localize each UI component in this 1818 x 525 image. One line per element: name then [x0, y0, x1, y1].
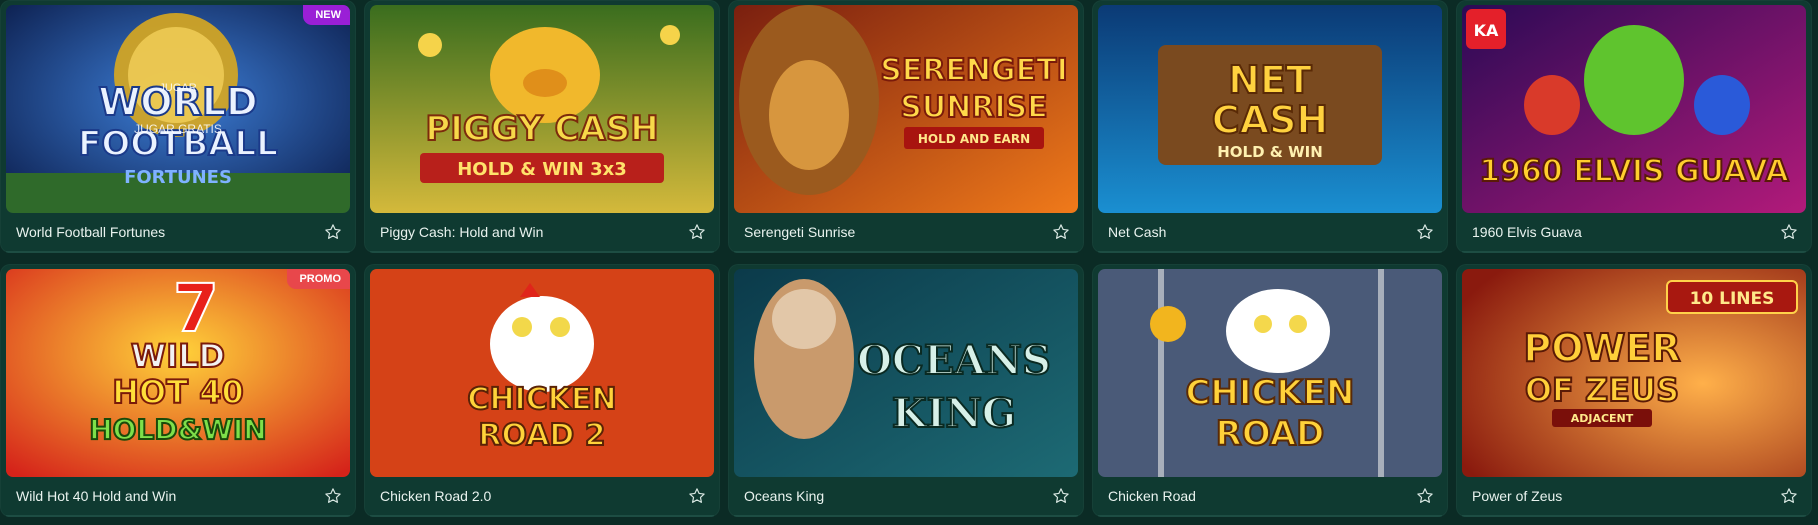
power-of-zeus-art: 10 LINES POWER OF ZEUS ADJACENT — [1462, 269, 1806, 477]
games-grid: WORLD FOOTBALL FORTUNES JUGAR JUGAR GRAT… — [0, 0, 1818, 525]
art-line-1: NET — [1228, 58, 1312, 102]
star-outline-icon[interactable] — [1778, 221, 1800, 243]
game-caption: Chicken Road — [1098, 477, 1442, 517]
serengeti-sunrise-art: SERENGETI SUNRISE HOLD AND EARN — [734, 5, 1078, 213]
game-title: 1960 Elvis Guava — [1472, 224, 1582, 240]
game-card-world-football-fortunes[interactable]: WORLD FOOTBALL FORTUNES JUGAR JUGAR GRAT… — [0, 0, 356, 253]
game-caption: Oceans King — [734, 477, 1078, 517]
game-thumbnail[interactable]: CHICKEN ROAD 2 — [370, 269, 714, 477]
game-caption: Serengeti Sunrise — [734, 213, 1078, 253]
art-line-3: HOLD&WIN — [89, 413, 266, 446]
new-badge: NEW — [303, 5, 350, 25]
art-line-1: WILD — [131, 337, 225, 375]
game-thumbnail[interactable]: PIGGY CASH HOLD & WIN 3x3 — [370, 5, 714, 213]
star-outline-icon[interactable] — [1050, 485, 1072, 507]
art-line-3: FORTUNES — [124, 167, 232, 188]
game-thumbnail[interactable]: 10 LINES POWER OF ZEUS ADJACENT — [1462, 269, 1806, 477]
promo-badge: PROMO — [287, 269, 350, 289]
art-line-1: POWER — [1523, 326, 1680, 370]
game-caption: World Football Fortunes — [6, 213, 350, 253]
game-title: Chicken Road 2.0 — [380, 488, 492, 504]
art-line-2: SUNRISE — [900, 90, 1047, 125]
star-outline-icon[interactable] — [686, 221, 708, 243]
play-overlay-label[interactable]: JUGAR — [159, 82, 196, 94]
elvis-guava-art: KA 1960 ELVIS GUAVA — [1462, 5, 1806, 213]
game-card-piggy-cash[interactable]: PIGGY CASH HOLD & WIN 3x3 Piggy Cash: Ho… — [364, 0, 720, 253]
art-line-1: SERENGETI — [880, 53, 1068, 88]
art-line-1: OCEANS — [857, 337, 1051, 384]
game-title: Wild Hot 40 Hold and Win — [16, 488, 177, 504]
game-card-serengeti-sunrise[interactable]: SERENGETI SUNRISE HOLD AND EARN Serenget… — [728, 0, 1084, 253]
game-thumbnail[interactable]: OCEANS KING — [734, 269, 1078, 477]
game-title: Serengeti Sunrise — [744, 224, 856, 240]
world-football-art: WORLD FOOTBALL FORTUNES JUGAR JUGAR GRAT… — [6, 5, 350, 213]
art-line-2: HOLD & WIN 3x3 — [457, 159, 627, 180]
art-line-1: CHICKEN — [1185, 373, 1354, 413]
wild-hot-40-art: 7 WILD HOT 40 HOLD&WIN — [6, 269, 350, 477]
game-thumbnail[interactable]: WORLD FOOTBALL FORTUNES JUGAR JUGAR GRAT… — [6, 5, 350, 213]
game-thumbnail[interactable]: 7 WILD HOT 40 HOLD&WIN PROMO — [6, 269, 350, 477]
game-title: Chicken Road — [1108, 488, 1196, 504]
art-line-2: CASH — [1212, 98, 1328, 142]
art-line-2: HOT 40 — [112, 373, 243, 411]
game-title: World Football Fortunes — [16, 224, 166, 240]
game-card-chicken-road-2[interactable]: CHICKEN ROAD 2 Chicken Road 2.0 — [364, 264, 720, 517]
art-line-2: OF ZEUS — [1525, 371, 1679, 409]
game-caption: Wild Hot 40 Hold and Win — [6, 477, 350, 517]
art-line-3: ADJACENT — [1571, 412, 1634, 425]
game-card-1960-elvis-guava[interactable]: KA 1960 ELVIS GUAVA 1960 Elvis Guava — [1456, 0, 1812, 253]
star-outline-icon[interactable] — [322, 221, 344, 243]
game-thumbnail[interactable]: SERENGETI SUNRISE HOLD AND EARN — [734, 5, 1078, 213]
lines-banner: 10 LINES — [1690, 289, 1775, 309]
chicken-road-2-art: CHICKEN ROAD 2 — [370, 269, 714, 477]
game-card-power-of-zeus[interactable]: 10 LINES POWER OF ZEUS ADJACENT Power of… — [1456, 264, 1812, 517]
game-thumbnail[interactable]: CHICKEN ROAD — [1098, 269, 1442, 477]
game-card-wild-hot-40[interactable]: 7 WILD HOT 40 HOLD&WIN PROMO Wild Hot 40… — [0, 264, 356, 517]
art-line-2: ROAD — [1216, 414, 1325, 454]
game-caption: Chicken Road 2.0 — [370, 477, 714, 517]
game-card-chicken-road[interactable]: CHICKEN ROAD Chicken Road — [1092, 264, 1448, 517]
piggy-cash-art: PIGGY CASH HOLD & WIN 3x3 — [370, 5, 714, 213]
game-card-net-cash[interactable]: NET CASH HOLD & WIN Net Cash — [1092, 0, 1448, 253]
play-free-overlay-label[interactable]: JUGAR GRATIS — [134, 122, 222, 136]
game-thumbnail[interactable]: NET CASH HOLD & WIN — [1098, 5, 1442, 213]
star-outline-icon[interactable] — [1050, 221, 1072, 243]
art-line-3: HOLD AND EARN — [918, 132, 1030, 146]
game-title: Oceans King — [744, 488, 825, 504]
game-title: Piggy Cash: Hold and Win — [380, 224, 544, 240]
star-outline-icon[interactable] — [686, 485, 708, 507]
star-outline-icon[interactable] — [1778, 485, 1800, 507]
net-cash-art: NET CASH HOLD & WIN — [1098, 5, 1442, 213]
game-caption: Power of Zeus — [1462, 477, 1806, 517]
game-caption: 1960 Elvis Guava — [1462, 213, 1806, 253]
art-line-3: HOLD & WIN — [1217, 143, 1323, 161]
game-card-oceans-king[interactable]: OCEANS KING Oceans King — [728, 264, 1084, 517]
star-outline-icon[interactable] — [1414, 485, 1436, 507]
chicken-road-art: CHICKEN ROAD — [1098, 269, 1442, 477]
art-line-2: ROAD 2 — [478, 418, 605, 453]
game-title: Power of Zeus — [1472, 488, 1563, 504]
art-line-2: KING — [892, 390, 1016, 437]
ka-logo: KA — [1474, 21, 1499, 40]
oceans-king-art: OCEANS KING — [734, 269, 1078, 477]
art-line-1: CHICKEN — [467, 382, 616, 417]
game-title: Net Cash — [1108, 224, 1167, 240]
art-seven: 7 — [173, 270, 219, 347]
star-outline-icon[interactable] — [322, 485, 344, 507]
star-outline-icon[interactable] — [1414, 221, 1436, 243]
game-caption: Net Cash — [1098, 213, 1442, 253]
art-line-1: 1960 ELVIS GUAVA — [1479, 154, 1789, 189]
game-caption: Piggy Cash: Hold and Win — [370, 213, 714, 253]
game-thumbnail[interactable]: KA 1960 ELVIS GUAVA — [1462, 5, 1806, 213]
art-line-1: PIGGY CASH — [425, 109, 658, 149]
